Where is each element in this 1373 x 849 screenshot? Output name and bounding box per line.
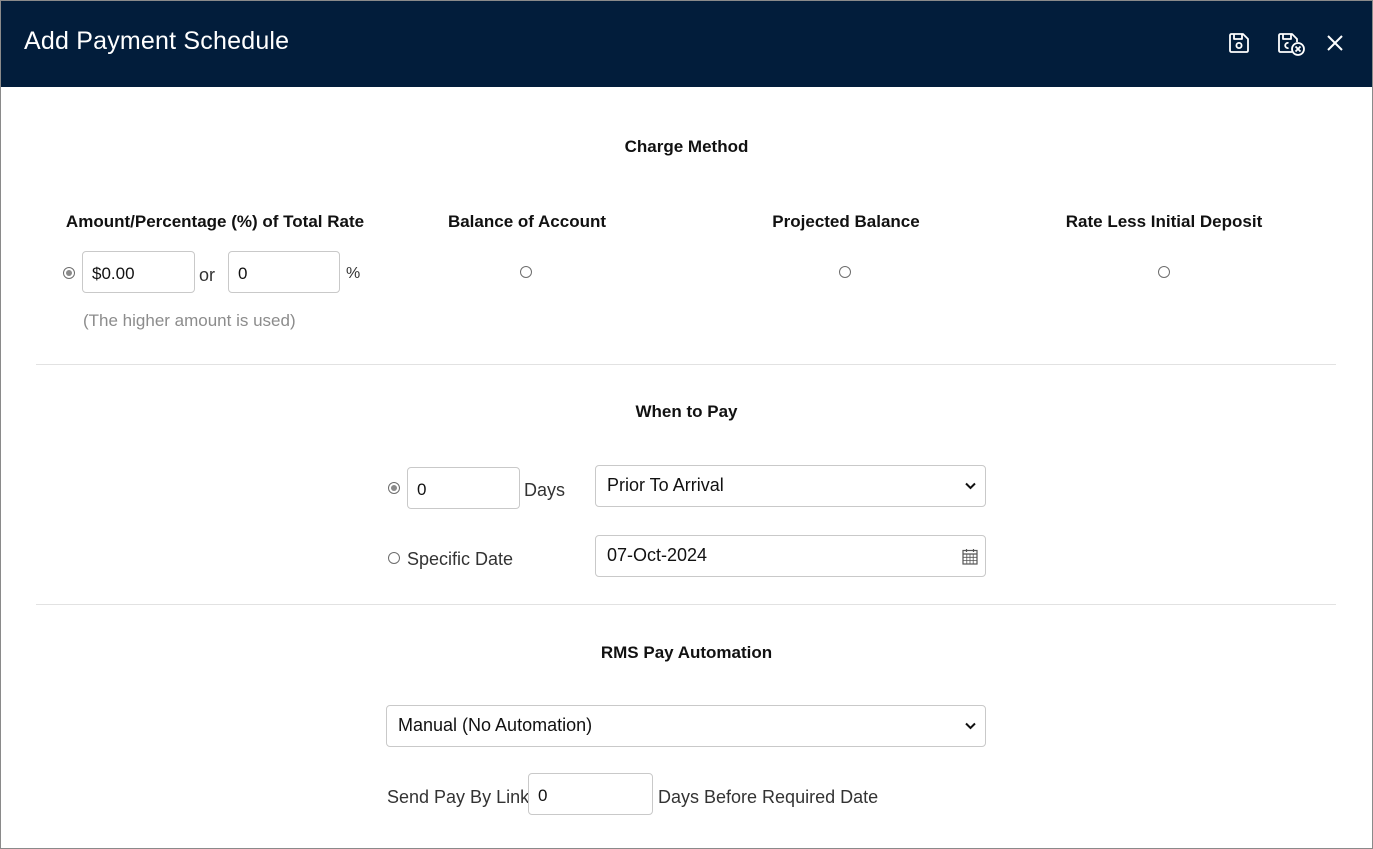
- days-before-required-date-label: Days Before Required Date: [658, 787, 879, 807]
- date-input[interactable]: 07-Oct-2024: [595, 535, 986, 577]
- projected-balance-radio[interactable]: [839, 266, 851, 278]
- charge-method-title: Charge Method: [624, 137, 749, 156]
- higher-amount-hint: (The higher amount is used): [83, 311, 296, 330]
- days-radio[interactable]: [388, 482, 400, 494]
- save-button[interactable]: [1227, 31, 1251, 55]
- close-icon: [1327, 35, 1343, 51]
- chevron-down-icon: [965, 482, 976, 490]
- days-input[interactable]: 0: [407, 467, 520, 509]
- calendar-icon[interactable]: [962, 548, 978, 565]
- date-input-value: 07-Oct-2024: [607, 545, 708, 565]
- payment-schedule-dialog: Add Payment Schedule Charge Method Amoun…: [0, 0, 1373, 849]
- specific-date-label: Specific Date: [407, 549, 514, 569]
- percentage-input[interactable]: 0: [228, 251, 340, 293]
- save-close-icon: [1278, 33, 1305, 56]
- section-divider: [36, 364, 1336, 365]
- save-icon: [1229, 33, 1249, 53]
- specific-date-radio[interactable]: [388, 552, 400, 564]
- or-label: or: [199, 265, 216, 285]
- timing-select-value: Prior To Arrival: [607, 475, 724, 495]
- amount-percentage-heading: Amount/Percentage (%) of Total Rate: [65, 212, 365, 231]
- dialog-title: Add Payment Schedule: [24, 27, 290, 55]
- section-divider: [36, 604, 1336, 605]
- rate-less-deposit-radio[interactable]: [1158, 266, 1170, 278]
- amount-percentage-radio[interactable]: [63, 267, 75, 279]
- percent-symbol: %: [346, 265, 361, 282]
- save-and-close-button[interactable]: [1276, 31, 1308, 57]
- rms-pay-automation-title: RMS Pay Automation: [600, 643, 773, 662]
- rate-less-deposit-heading: Rate Less Initial Deposit: [1065, 212, 1263, 231]
- close-button[interactable]: [1326, 34, 1344, 52]
- chevron-down-icon: [965, 722, 976, 730]
- when-to-pay-title: When to Pay: [635, 402, 738, 421]
- balance-of-account-heading: Balance of Account: [447, 212, 607, 231]
- projected-balance-heading: Projected Balance: [772, 212, 920, 231]
- amount-input[interactable]: $0.00: [82, 251, 195, 293]
- automation-select-value: Manual (No Automation): [398, 715, 593, 735]
- balance-of-account-radio[interactable]: [520, 266, 532, 278]
- send-pay-by-link-label: Send Pay By Link: [387, 787, 530, 807]
- days-label: Days: [524, 480, 566, 500]
- send-days-input[interactable]: 0: [528, 773, 653, 815]
- automation-select[interactable]: Manual (No Automation): [386, 705, 986, 747]
- timing-select[interactable]: Prior To Arrival: [595, 465, 986, 507]
- dialog-header: Add Payment Schedule: [1, 1, 1372, 87]
